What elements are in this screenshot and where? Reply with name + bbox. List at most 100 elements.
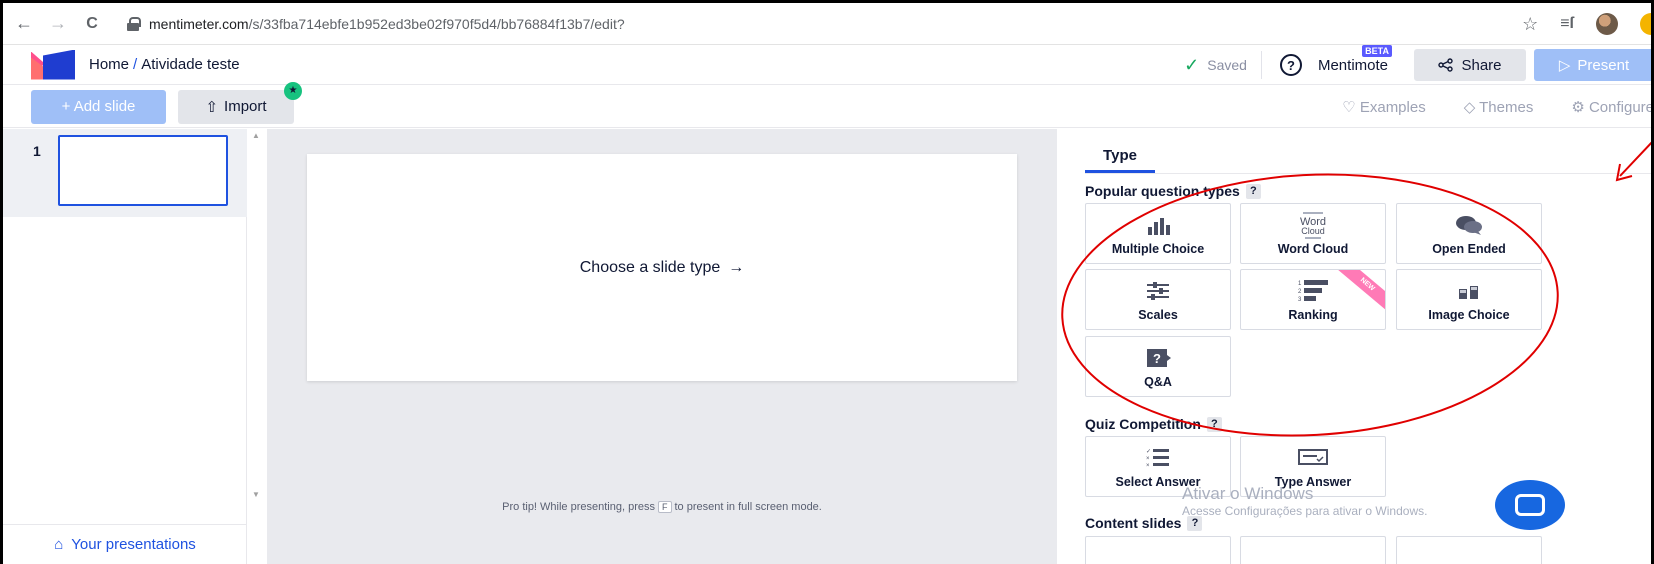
header-actions: ✓ Saved ? Mentimote BETA Share ▷ Present	[1184, 44, 1654, 85]
pro-tip-post: to present in full screen mode.	[674, 501, 822, 513]
slide-type-multiple-choice[interactable]: Multiple Choice	[1085, 203, 1231, 264]
forward-button[interactable]: →	[45, 11, 71, 37]
present-label: Present	[1577, 56, 1630, 74]
mentimote-label: Mentimote	[1317, 56, 1388, 74]
configure-button[interactable]: ⚙ Configure	[1571, 98, 1654, 116]
checklist-icon: ✓ × ×	[1086, 445, 1230, 471]
pro-tip-pre: Pro tip! While presenting, press	[502, 501, 655, 513]
themes-icon: ◇	[1463, 99, 1480, 116]
breadcrumb-separator: /	[133, 56, 138, 73]
help-icon[interactable]: ?	[1245, 183, 1261, 199]
lock-icon	[127, 16, 141, 31]
address-bar[interactable]: mentimeter.com/s/33fba714ebfe1b952ed3be0…	[149, 16, 625, 32]
presentation-name[interactable]: Atividade teste	[141, 56, 239, 73]
bar-chart-icon	[1086, 212, 1230, 238]
profile-avatar[interactable]	[1596, 13, 1618, 35]
slide-type-ranking[interactable]: 123 Ranking NEW	[1240, 269, 1386, 330]
share-label: Share	[1461, 56, 1502, 74]
scroll-up-icon[interactable]: ▲	[252, 131, 260, 140]
popular-section-title: Popular question types?	[1085, 183, 1261, 199]
mentimeter-logo[interactable]	[31, 49, 75, 80]
text-input-icon	[1241, 445, 1385, 471]
slide-list-scrollbar[interactable]: ▲ ▼	[247, 129, 267, 499]
saved-label: Saved	[1207, 57, 1247, 73]
slide-list: 1 ⌂ Your presentations	[3, 129, 247, 564]
svg-text:2: 2	[1298, 289, 1302, 295]
extension-icon[interactable]	[1640, 13, 1654, 35]
mentimote-button[interactable]: Mentimote BETA	[1317, 44, 1392, 74]
browser-actions: ☆ ≡ſ	[1522, 3, 1654, 45]
svg-text:?: ?	[1153, 351, 1161, 366]
your-presentations-label: Your presentations	[71, 536, 196, 553]
themes-label: Themes	[1479, 99, 1534, 116]
image-bars-icon	[1397, 278, 1541, 304]
themes-button[interactable]: ◇ Themes	[1464, 98, 1534, 116]
speech-bubbles-icon	[1397, 212, 1541, 238]
slide-preview[interactable]: Choose a slide type →	[307, 154, 1017, 381]
slide-type-label: Ranking	[1288, 308, 1338, 322]
check-icon: ✓	[1184, 54, 1200, 75]
help-icon[interactable]: ?	[1206, 416, 1222, 432]
arrow-right-icon: →	[728, 258, 745, 276]
chat-support-button[interactable]	[1495, 480, 1565, 530]
windows-activation-subtitle: Acesse Configurações para ativar o Windo…	[1182, 504, 1428, 518]
configure-label: Configure	[1588, 99, 1654, 116]
slide-list-item[interactable]: 1	[3, 129, 247, 217]
choose-slide-type-text: Choose a slide type	[579, 258, 721, 276]
gear-icon: ⚙	[1571, 99, 1589, 116]
svg-text:1: 1	[1298, 281, 1302, 287]
quiz-section-title: Quiz Competition?	[1085, 416, 1222, 432]
slide-type-label: Q&A	[1144, 375, 1172, 389]
pro-tip: Pro tip! While presenting, press Fto pres…	[267, 501, 1057, 513]
help-icon[interactable]: ?	[1279, 54, 1302, 76]
upload-icon: ⇧	[205, 98, 219, 116]
scroll-down-icon[interactable]: ▼	[252, 490, 260, 499]
slide-type-word-cloud[interactable]: Word Cloud Word Cloud	[1240, 203, 1386, 264]
present-button[interactable]: ▷ Present	[1534, 49, 1654, 81]
slide-type-open-ended[interactable]: Open Ended	[1396, 203, 1542, 264]
slide-type-label: Word Cloud	[1277, 242, 1349, 256]
slide-thumbnail[interactable]	[58, 135, 228, 206]
slide-type-image-choice[interactable]: Image Choice	[1396, 269, 1542, 330]
content-title: Content slides	[1085, 515, 1182, 531]
windows-activation-title: Ativar o Windows	[1182, 484, 1314, 503]
add-slide-button[interactable]: + Add slide	[31, 89, 166, 124]
slide-type-label: Multiple Choice	[1111, 242, 1205, 256]
slide-type-scales[interactable]: Scales	[1085, 269, 1231, 330]
tab-type[interactable]: Type	[1085, 147, 1155, 173]
new-star-badge-icon: ★	[284, 81, 302, 100]
svg-text:✓: ✓	[1146, 449, 1151, 455]
url-path: /s/33fba714ebfe1b952ed3be02f970f5d4/bb76…	[248, 15, 625, 32]
your-presentations-link[interactable]: ⌂ Your presentations	[3, 524, 247, 564]
slide-type-label: Scales	[1138, 308, 1178, 322]
editor-toolbar: + Add slide ⇧ Import ★ ♡ Examples ◇ Them…	[3, 81, 1654, 128]
reading-list-icon[interactable]: ≡ſ	[1560, 15, 1574, 33]
examples-label: Examples	[1359, 99, 1426, 116]
slide-canvas: Choose a slide type → Pro tip! While pre…	[267, 129, 1057, 564]
reload-button[interactable]: C	[79, 11, 105, 37]
examples-button[interactable]: ♡ Examples	[1342, 98, 1425, 116]
back-button[interactable]: ←	[11, 11, 37, 37]
svg-text:3: 3	[1298, 297, 1302, 303]
svg-text:×: ×	[1146, 456, 1150, 462]
share-icon	[1438, 58, 1454, 72]
chat-icon	[1515, 494, 1545, 516]
beta-badge: BETA	[1362, 44, 1392, 57]
play-icon: ▷	[1558, 57, 1571, 74]
share-button[interactable]: Share	[1414, 49, 1526, 81]
slide-type-content-1[interactable]	[1085, 536, 1231, 564]
url-host: mentimeter.com	[149, 15, 249, 32]
app-header: Home / Atividade teste ✓ Saved ? Mentimote…	[3, 44, 1654, 85]
tab-divider	[1085, 173, 1654, 174]
slide-number: 1	[33, 143, 41, 159]
slide-type-content-3[interactable]	[1396, 536, 1542, 564]
saved-status: ✓ Saved	[1184, 51, 1262, 79]
slide-type-qa[interactable]: ? Q&A	[1085, 336, 1231, 397]
slide-type-content-2[interactable]	[1240, 536, 1386, 564]
breadcrumb-home[interactable]: Home	[89, 56, 129, 73]
slide-type-label: Image Choice	[1428, 308, 1510, 322]
import-button[interactable]: ⇧ Import ★	[178, 81, 302, 124]
popular-title: Popular question types	[1085, 183, 1240, 199]
bookmark-star-icon[interactable]: ☆	[1522, 14, 1538, 35]
browser-bar: ← → C mentimeter.com/s/33fba714ebfe1b952…	[3, 3, 1654, 45]
